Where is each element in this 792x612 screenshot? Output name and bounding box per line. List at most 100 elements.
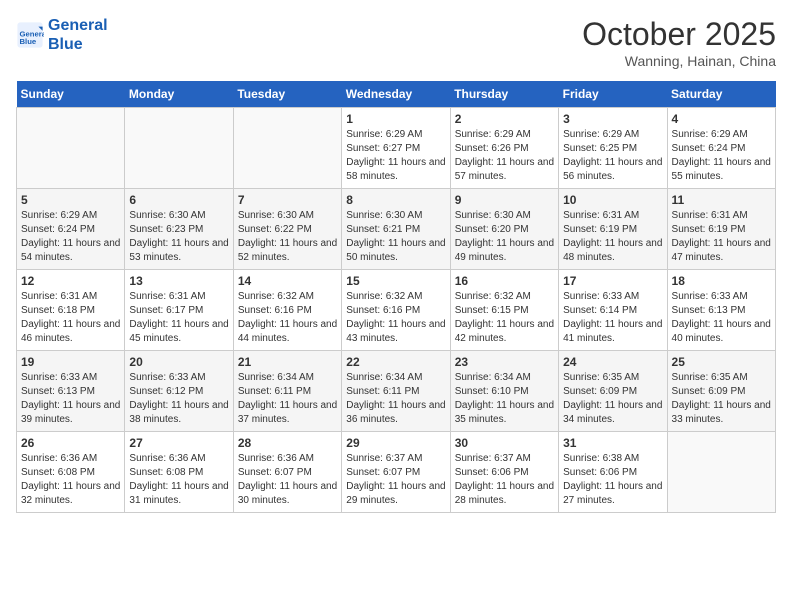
calendar-cell: 3 Sunrise: 6:29 AMSunset: 6:25 PMDaylight… — [559, 108, 667, 189]
day-number: 24 — [563, 355, 662, 369]
weekday-header-sunday: Sunday — [17, 81, 125, 108]
calendar-cell: 7 Sunrise: 6:30 AMSunset: 6:22 PMDaylight… — [233, 189, 341, 270]
day-info: Sunrise: 6:37 AMSunset: 6:07 PMDaylight:… — [346, 452, 445, 508]
day-info: Sunrise: 6:32 AMSunset: 6:16 PMDaylight:… — [346, 290, 445, 346]
day-number: 13 — [129, 274, 228, 288]
day-info: Sunrise: 6:31 AMSunset: 6:18 PMDaylight:… — [21, 290, 120, 346]
day-number: 25 — [672, 355, 771, 369]
calendar-week-row: 12 Sunrise: 6:31 AMSunset: 6:18 PMDayligh… — [17, 270, 776, 351]
day-number: 14 — [238, 274, 337, 288]
calendar-cell: 17Sunrise: 6:33 AMSunset: 6:14 PMDayligh… — [559, 270, 667, 351]
calendar-week-row: 5Sunrise: 6:29 AMSunset: 6:24 PMDaylight… — [17, 189, 776, 270]
logo: General Blue General Blue — [16, 16, 108, 54]
calendar-cell: 24Sunrise: 6:35 AMSunset: 6:09 PMDayligh… — [559, 351, 667, 432]
day-info: Sunrise: 6:31 AMSunset: 6:19 PMDaylight:… — [563, 209, 662, 265]
day-info: Sunrise: 6:36 AMSunset: 6:07 PMDaylight:… — [238, 452, 337, 508]
page-header: General Blue General Blue October 2025 W… — [16, 16, 776, 69]
day-info: Sunrise: 6:35 AMSunset: 6:09 PMDaylight:… — [672, 371, 771, 427]
title-block: October 2025 Wanning, Hainan, China — [582, 16, 776, 69]
day-info: Sunrise: 6:38 AMSunset: 6:06 PMDaylight:… — [563, 452, 662, 508]
calendar-cell: 10Sunrise: 6:31 AMSunset: 6:19 PMDayligh… — [559, 189, 667, 270]
day-number: 29 — [346, 436, 445, 450]
logo-icon: General Blue — [16, 21, 44, 49]
day-info: Sunrise: 6:31 AMSunset: 6:17 PMDaylight:… — [129, 290, 228, 346]
day-number: 23 — [455, 355, 554, 369]
day-number: 26 — [21, 436, 120, 450]
calendar-cell: 6Sunrise: 6:30 AMSunset: 6:23 PMDaylight… — [125, 189, 233, 270]
calendar-cell: 19Sunrise: 6:33 AMSunset: 6:13 PMDayligh… — [17, 351, 125, 432]
day-number: 28 — [238, 436, 337, 450]
day-info: Sunrise: 6:29 AMSunset: 6:24 PMDaylight:… — [672, 128, 771, 184]
day-info: Sunrise: 6:30 AMSunset: 6:23 PMDaylight:… — [129, 209, 228, 265]
calendar-cell: 11 Sunrise: 6:31 AMSunset: 6:19 PMDayligh… — [667, 189, 775, 270]
day-info: Sunrise: 6:30 AMSunset: 6:22 PMDaylight:… — [238, 209, 337, 265]
day-number: 22 — [346, 355, 445, 369]
calendar-cell: 23 Sunrise: 6:34 AMSunset: 6:10 PMDayligh… — [450, 351, 558, 432]
calendar-cell: 27 Sunrise: 6:36 AMSunset: 6:08 PMDayligh… — [125, 432, 233, 513]
day-number: 20 — [129, 355, 228, 369]
day-info: Sunrise: 6:30 AMSunset: 6:21 PMDaylight:… — [346, 209, 445, 265]
calendar-cell: 30Sunrise: 6:37 AMSunset: 6:06 PMDayligh… — [450, 432, 558, 513]
day-info: Sunrise: 6:32 AMSunset: 6:15 PMDaylight:… — [455, 290, 554, 346]
day-number: 21 — [238, 355, 337, 369]
calendar-cell: 15 Sunrise: 6:32 AMSunset: 6:16 PMDayligh… — [342, 270, 450, 351]
calendar-week-row: 1Sunrise: 6:29 AMSunset: 6:27 PMDaylight… — [17, 108, 776, 189]
day-info: Sunrise: 6:34 AMSunset: 6:10 PMDaylight:… — [455, 371, 554, 427]
calendar-cell: 2Sunrise: 6:29 AMSunset: 6:26 PMDaylight… — [450, 108, 558, 189]
day-number: 18 — [672, 274, 771, 288]
calendar-cell: 8 Sunrise: 6:30 AMSunset: 6:21 PMDaylight… — [342, 189, 450, 270]
logo-line2: Blue — [48, 35, 108, 54]
day-info: Sunrise: 6:34 AMSunset: 6:11 PMDaylight:… — [238, 371, 337, 427]
calendar-cell: 5Sunrise: 6:29 AMSunset: 6:24 PMDaylight… — [17, 189, 125, 270]
calendar-cell: 1Sunrise: 6:29 AMSunset: 6:27 PMDaylight… — [342, 108, 450, 189]
day-info: Sunrise: 6:32 AMSunset: 6:16 PMDaylight:… — [238, 290, 337, 346]
calendar-cell — [17, 108, 125, 189]
logo-line1: General — [48, 16, 108, 35]
calendar-week-row: 26 Sunrise: 6:36 AMSunset: 6:08 PMDayligh… — [17, 432, 776, 513]
day-info: Sunrise: 6:33 AMSunset: 6:12 PMDaylight:… — [129, 371, 228, 427]
calendar-cell: 12 Sunrise: 6:31 AMSunset: 6:18 PMDayligh… — [17, 270, 125, 351]
day-info: Sunrise: 6:31 AMSunset: 6:19 PMDaylight:… — [672, 209, 771, 265]
calendar-cell: 29 Sunrise: 6:37 AMSunset: 6:07 PMDayligh… — [342, 432, 450, 513]
day-number: 15 — [346, 274, 445, 288]
day-info: Sunrise: 6:30 AMSunset: 6:20 PMDaylight:… — [455, 209, 554, 265]
location-subtitle: Wanning, Hainan, China — [582, 53, 776, 69]
calendar-cell: 13 Sunrise: 6:31 AMSunset: 6:17 PMDayligh… — [125, 270, 233, 351]
weekday-header-friday: Friday — [559, 81, 667, 108]
day-info: Sunrise: 6:29 AMSunset: 6:25 PMDaylight:… — [563, 128, 662, 184]
calendar-cell — [667, 432, 775, 513]
calendar-cell: 25 Sunrise: 6:35 AMSunset: 6:09 PMDayligh… — [667, 351, 775, 432]
weekday-header-monday: Monday — [125, 81, 233, 108]
svg-text:Blue: Blue — [20, 37, 37, 46]
calendar-cell: 21 Sunrise: 6:34 AMSunset: 6:11 PMDayligh… — [233, 351, 341, 432]
day-info: Sunrise: 6:29 AMSunset: 6:26 PMDaylight:… — [455, 128, 554, 184]
weekday-header-wednesday: Wednesday — [342, 81, 450, 108]
day-number: 5 — [21, 193, 120, 207]
day-number: 11 — [672, 193, 771, 207]
calendar-cell: 20 Sunrise: 6:33 AMSunset: 6:12 PMDayligh… — [125, 351, 233, 432]
weekday-header-row: SundayMondayTuesdayWednesdayThursdayFrid… — [17, 81, 776, 108]
day-info: Sunrise: 6:36 AMSunset: 6:08 PMDaylight:… — [21, 452, 120, 508]
day-info: Sunrise: 6:33 AMSunset: 6:14 PMDaylight:… — [563, 290, 662, 346]
calendar-cell: 4Sunrise: 6:29 AMSunset: 6:24 PMDaylight… — [667, 108, 775, 189]
calendar-cell: 31 Sunrise: 6:38 AMSunset: 6:06 PMDayligh… — [559, 432, 667, 513]
calendar-table: SundayMondayTuesdayWednesdayThursdayFrid… — [16, 81, 776, 513]
day-info: Sunrise: 6:33 AMSunset: 6:13 PMDaylight:… — [21, 371, 120, 427]
day-info: Sunrise: 6:36 AMSunset: 6:08 PMDaylight:… — [129, 452, 228, 508]
calendar-cell: 9Sunrise: 6:30 AMSunset: 6:20 PMDaylight… — [450, 189, 558, 270]
day-number: 12 — [21, 274, 120, 288]
weekday-header-tuesday: Tuesday — [233, 81, 341, 108]
month-title: October 2025 — [582, 16, 776, 53]
day-number: 16 — [455, 274, 554, 288]
day-number: 8 — [346, 193, 445, 207]
calendar-cell: 26 Sunrise: 6:36 AMSunset: 6:08 PMDayligh… — [17, 432, 125, 513]
calendar-cell — [125, 108, 233, 189]
day-number: 27 — [129, 436, 228, 450]
day-number: 31 — [563, 436, 662, 450]
weekday-header-saturday: Saturday — [667, 81, 775, 108]
calendar-cell: 22Sunrise: 6:34 AMSunset: 6:11 PMDayligh… — [342, 351, 450, 432]
day-number: 7 — [238, 193, 337, 207]
day-number: 3 — [563, 112, 662, 126]
calendar-cell — [233, 108, 341, 189]
calendar-cell: 16 Sunrise: 6:32 AMSunset: 6:15 PMDayligh… — [450, 270, 558, 351]
